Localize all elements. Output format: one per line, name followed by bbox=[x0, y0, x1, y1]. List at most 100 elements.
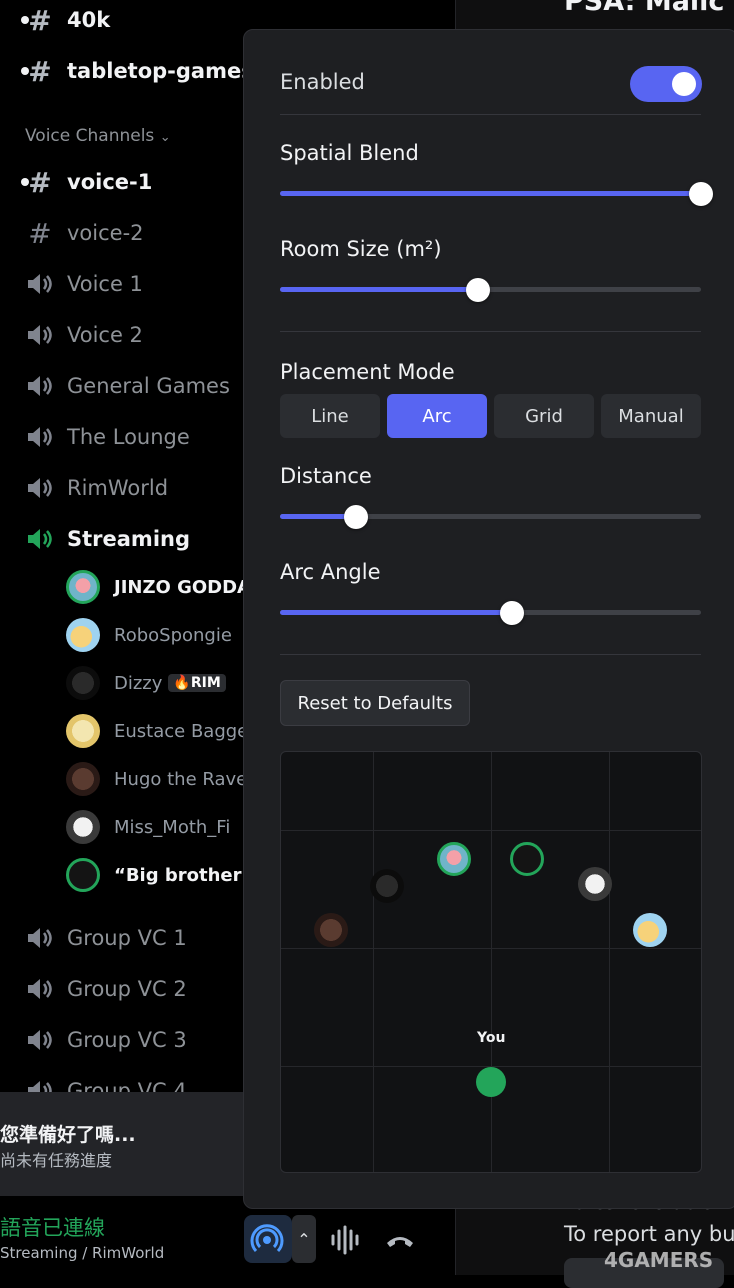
channel-name: Streaming bbox=[67, 527, 190, 551]
spatial-audio-button[interactable] bbox=[244, 1215, 292, 1263]
voice-location-label[interactable]: Streaming / RimWorld bbox=[0, 1244, 164, 1262]
listener-avatar-miss-moth[interactable] bbox=[578, 867, 612, 901]
voice-channel-the-lounge[interactable]: The Lounge bbox=[25, 417, 190, 457]
voice-channels-header[interactable]: Voice Channels ⌄ bbox=[25, 126, 171, 146]
game-tag-label: RIM bbox=[190, 675, 221, 691]
voice-user-eustace[interactable]: Eustace Bagge bbox=[66, 711, 244, 751]
slider-handle[interactable] bbox=[465, 278, 490, 302]
section-label: Voice Channels bbox=[25, 126, 155, 146]
channel-name: Group VC 1 bbox=[67, 926, 187, 950]
avatar bbox=[66, 810, 100, 844]
listener-avatar-robospongie[interactable] bbox=[633, 913, 667, 947]
speaker-icon bbox=[28, 1030, 52, 1050]
speaker-icon bbox=[28, 928, 52, 948]
enabled-toggle[interactable] bbox=[630, 66, 702, 102]
grid-line bbox=[281, 830, 701, 831]
grid-line bbox=[609, 752, 610, 1172]
message-line: To report any bug bbox=[564, 1222, 734, 1246]
speaker-icon bbox=[28, 325, 52, 345]
slider-fill bbox=[280, 287, 478, 292]
channel-name: The Lounge bbox=[67, 425, 190, 449]
user-name: Dizzy bbox=[114, 672, 163, 694]
channel-40k[interactable]: # 40k bbox=[21, 0, 111, 40]
channel-name: General Games bbox=[67, 374, 230, 398]
arc-angle-label: Arc Angle bbox=[280, 560, 381, 584]
fire-icon: 🔥 bbox=[173, 675, 191, 691]
reset-defaults-button[interactable]: Reset to Defaults bbox=[280, 680, 470, 726]
slider-handle[interactable] bbox=[689, 182, 713, 206]
slider-handle[interactable] bbox=[499, 601, 524, 625]
speaker-icon bbox=[28, 427, 52, 447]
listener-avatar-big-brother[interactable] bbox=[510, 842, 544, 876]
placement-grid-button[interactable]: Grid bbox=[494, 394, 594, 438]
speaker-active-icon bbox=[28, 529, 52, 549]
placement-preview[interactable]: You bbox=[280, 751, 702, 1173]
slider-handle[interactable] bbox=[343, 505, 368, 529]
soundboard-icon[interactable] bbox=[330, 1225, 360, 1255]
voice-channel-group-vc-3[interactable]: Group VC 3 bbox=[25, 1020, 187, 1060]
channel-name: RimWorld bbox=[67, 476, 169, 500]
user-name: Hugo the Rave bbox=[114, 768, 244, 790]
unread-indicator bbox=[21, 178, 29, 186]
placement-manual-button[interactable]: Manual bbox=[601, 394, 701, 438]
chevron-down-icon: ⌄ bbox=[159, 130, 171, 145]
distance-label: Distance bbox=[280, 464, 372, 488]
channel-name: Voice 2 bbox=[67, 323, 143, 347]
voice-user-jinzo[interactable]: JINZO GODDA bbox=[66, 567, 244, 607]
placement-line-button[interactable]: Line bbox=[280, 394, 380, 438]
toggle-knob bbox=[672, 72, 696, 96]
voice-channel-general-games[interactable]: General Games bbox=[25, 366, 230, 406]
user-name: RoboSpongie bbox=[114, 624, 232, 646]
voice-channel-group-vc-1[interactable]: Group VC 1 bbox=[25, 918, 187, 958]
quest-subtitle: 尚未有任務進度 bbox=[0, 1151, 113, 1170]
avatar bbox=[66, 666, 100, 700]
distance-slider[interactable] bbox=[280, 505, 701, 529]
voice-connected-label[interactable]: 語音已連線 bbox=[0, 1212, 105, 1242]
slider-fill bbox=[280, 191, 701, 196]
text-channel-icon: # bbox=[28, 3, 52, 37]
channel-name: voice-1 bbox=[67, 170, 153, 194]
channel-name: tabletop-games bbox=[67, 59, 244, 83]
quest-card[interactable]: 您準備好了嗎... 尚未有任務進度 bbox=[0, 1092, 244, 1196]
broadcast-icon bbox=[250, 1224, 284, 1253]
voice-channel-group-vc-2[interactable]: Group VC 2 bbox=[25, 969, 187, 1009]
speaker-icon bbox=[28, 478, 52, 498]
channel-voice-1[interactable]: # voice-1 bbox=[21, 162, 153, 202]
text-channel-icon: # bbox=[28, 165, 52, 199]
disconnect-icon[interactable] bbox=[384, 1228, 416, 1252]
arc-angle-slider[interactable] bbox=[280, 601, 701, 625]
voice-user-big-brother[interactable]: “Big brother E bbox=[66, 855, 244, 895]
avatar bbox=[66, 858, 100, 892]
divider bbox=[280, 654, 701, 655]
listener-avatar-jinzo[interactable] bbox=[437, 842, 471, 876]
channel-voice-2[interactable]: # voice-2 bbox=[25, 213, 143, 253]
voice-user-dizzy[interactable]: Dizzy 🔥RIM bbox=[66, 663, 226, 703]
voice-channel-voice-1[interactable]: Voice 1 bbox=[25, 264, 143, 304]
channel-tabletop-games[interactable]: # tabletop-games bbox=[21, 51, 244, 91]
voice-connection-panel: 語音已連線 Streaming / RimWorld bbox=[0, 1196, 244, 1275]
voice-channel-rimworld[interactable]: RimWorld bbox=[25, 468, 168, 508]
chevron-up-icon[interactable]: ⌃ bbox=[292, 1215, 316, 1263]
watermark: 4GAMERS bbox=[604, 1248, 714, 1272]
slider-fill bbox=[280, 610, 512, 615]
channel-name: Voice 1 bbox=[67, 272, 143, 296]
speaker-icon bbox=[28, 979, 52, 999]
voice-user-hugo[interactable]: Hugo the Rave bbox=[66, 759, 244, 799]
room-size-slider[interactable] bbox=[280, 278, 701, 302]
voice-user-miss-moth[interactable]: Miss_Moth_Fi bbox=[66, 807, 230, 847]
listener-avatar-hugo[interactable] bbox=[314, 913, 348, 947]
voice-channel-streaming[interactable]: Streaming bbox=[25, 519, 190, 559]
channel-sidebar: # 40k # tabletop-games Voice Channels ⌄ … bbox=[0, 0, 244, 1275]
you-label: You bbox=[477, 1030, 506, 1046]
voice-channel-voice-2[interactable]: Voice 2 bbox=[25, 315, 143, 355]
you-position-marker[interactable] bbox=[476, 1067, 506, 1097]
placement-arc-button[interactable]: Arc bbox=[387, 394, 487, 438]
channel-name: Group VC 3 bbox=[67, 1028, 187, 1052]
listener-avatar-dizzy[interactable] bbox=[370, 869, 404, 903]
unread-indicator bbox=[21, 67, 29, 75]
avatar bbox=[66, 762, 100, 796]
channel-name: 40k bbox=[67, 8, 111, 32]
placement-mode-label: Placement Mode bbox=[280, 360, 455, 384]
spatial-blend-slider[interactable] bbox=[280, 182, 713, 206]
voice-user-robospongie[interactable]: RoboSpongie bbox=[66, 615, 232, 655]
